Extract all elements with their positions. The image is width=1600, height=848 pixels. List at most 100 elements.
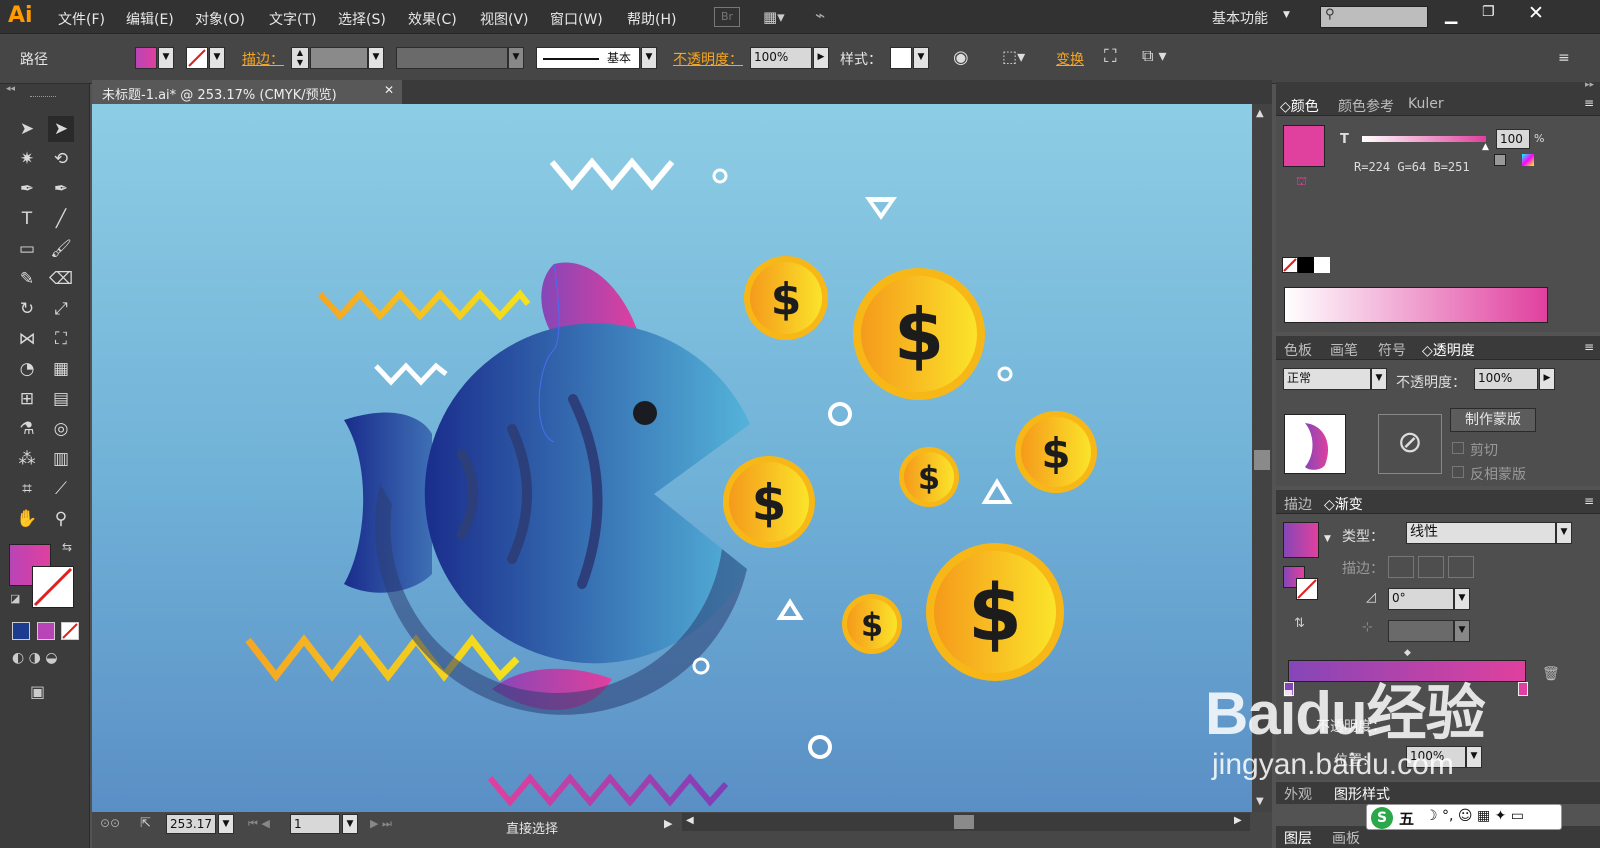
fill-swatch[interactable] <box>135 47 157 69</box>
isolate-icon[interactable]: ⛶ <box>1104 46 1117 67</box>
panel-menu-icon[interactable]: ≡ <box>1584 494 1594 508</box>
profile-dropdown[interactable]: ▼ <box>508 47 524 69</box>
color-spectrum[interactable] <box>1284 287 1548 323</box>
opacity-arrow[interactable]: ▶ <box>813 47 829 69</box>
opacity-input[interactable]: 100% <box>750 47 812 69</box>
blend-mode-select[interactable]: 正常 <box>1283 368 1371 390</box>
scroll-down-icon[interactable]: ▼ <box>1256 796 1264 807</box>
selection-tool-icon[interactable]: ➤ <box>14 116 40 142</box>
hand-tool-icon[interactable]: ✋ <box>14 506 40 532</box>
stroke-weight-stepper[interactable]: ▲ ▼ <box>291 47 309 69</box>
menu-view[interactable]: 视图(V) <box>480 9 529 29</box>
next-artboard-icon[interactable]: ▶ ⏭ <box>370 817 392 831</box>
stroke-across-icon[interactable] <box>1448 556 1474 578</box>
ime-mode-label[interactable]: 五 <box>1399 808 1414 829</box>
opacity-label[interactable]: 不透明度： <box>673 49 743 69</box>
tab-color[interactable]: ◇颜色 <box>1280 96 1319 116</box>
style-dropdown[interactable]: ▼ <box>913 47 929 69</box>
slider-handle-icon[interactable]: ▲ <box>1482 142 1489 152</box>
transform-link[interactable]: 变换 <box>1056 49 1084 69</box>
ime-toolbar[interactable]: S 五 ☽ °, ☺ ▦ ✦ ▭ <box>1366 804 1562 830</box>
pen-tool-icon[interactable]: ✒ <box>14 176 40 202</box>
restore-button[interactable]: ❐ <box>1482 4 1495 20</box>
spot-color-icon[interactable] <box>1522 154 1534 166</box>
zoom-tool-icon[interactable]: ⚲ <box>48 506 74 532</box>
column-graph-icon[interactable]: ▥ <box>48 446 74 472</box>
horizontal-scroll-thumb[interactable] <box>954 815 974 829</box>
vertical-scroll-thumb[interactable] <box>1254 450 1270 470</box>
tab-stroke[interactable]: 描边 <box>1284 494 1312 514</box>
menu-select[interactable]: 选择(S) <box>338 9 386 29</box>
make-mask-button[interactable]: 制作蒙版 <box>1450 408 1536 432</box>
grayscale-swatch[interactable] <box>1494 154 1506 166</box>
stroke-weight-label[interactable]: 描边： <box>242 49 284 69</box>
black-swatch[interactable] <box>1298 257 1314 273</box>
default-colors-icon[interactable]: ◪ <box>10 592 20 605</box>
none-mode-icon[interactable] <box>61 622 79 640</box>
zoom-icon[interactable]: ⊙⊙ <box>100 816 120 830</box>
color-mode-icon[interactable] <box>12 622 30 640</box>
brush-dropdown[interactable]: ▼ <box>641 47 657 69</box>
menu-file[interactable]: 文件(F) <box>58 9 105 29</box>
stroke-dropdown[interactable]: ▼ <box>209 47 225 69</box>
zoom-dropdown[interactable]: ▼ <box>218 814 234 834</box>
menu-object[interactable]: 对象(O) <box>195 9 245 29</box>
tab-layers[interactable]: 图层 <box>1284 828 1312 848</box>
graphic-style-swatch[interactable] <box>890 47 912 69</box>
tab-symbols[interactable]: 符号 <box>1378 340 1406 360</box>
close-window-button[interactable]: ✕ <box>1528 2 1544 24</box>
type-tool-icon[interactable]: T <box>14 206 40 232</box>
bridge-button[interactable]: Br <box>714 7 740 27</box>
delete-stop-icon[interactable]: 🗑 <box>1542 666 1560 682</box>
blend-tool-icon[interactable]: ◎ <box>48 416 74 442</box>
tab-graphic-styles[interactable]: 图形样式 <box>1334 784 1390 804</box>
white-swatch[interactable] <box>1314 257 1330 273</box>
blend-mode-dropdown[interactable]: ▼ <box>1371 368 1387 390</box>
zoom-input[interactable]: 253.17 <box>166 814 216 834</box>
variable-width-profile[interactable] <box>396 47 508 69</box>
recolor-icon[interactable]: ◉ <box>953 47 969 68</box>
rectangle-tool-icon[interactable]: ▭ <box>14 236 40 262</box>
screen-mode-icon[interactable]: ▣ <box>30 682 45 701</box>
midpoint-diamond-icon[interactable]: ◆ <box>1404 648 1411 658</box>
ime-tools-icon[interactable]: ☽ °, ☺ ▦ ✦ ▭ <box>1425 808 1524 824</box>
width-tool-icon[interactable]: ⋈ <box>14 326 40 352</box>
perspective-grid-icon[interactable]: ▦ <box>48 356 74 382</box>
stroke-along-icon[interactable] <box>1418 556 1444 578</box>
out-of-gamut-icon[interactable]: ⛫ <box>1296 174 1307 190</box>
opacity-arrow[interactable]: ▶ <box>1539 368 1555 390</box>
opacity-input[interactable]: 100% <box>1474 368 1538 390</box>
gradient-stop-right[interactable] <box>1518 682 1528 696</box>
scroll-left-icon[interactable]: ◀ <box>686 815 694 826</box>
tint-input[interactable]: 100 <box>1496 129 1530 149</box>
menu-effect[interactable]: 效果(C) <box>408 9 457 29</box>
horizontal-scrollbar[interactable]: ◀ ▶ <box>682 813 1250 831</box>
scale-icon[interactable]: ⤢ <box>48 296 74 322</box>
aspect-ratio-dropdown[interactable]: ▼ <box>1454 620 1470 642</box>
artboard-tool-icon[interactable]: ⌗ <box>14 476 40 502</box>
gradient-type-select[interactable]: 线性 <box>1406 522 1556 544</box>
minimize-button[interactable]: ▁ <box>1445 5 1457 24</box>
angle-dropdown[interactable]: ▼ <box>1454 588 1470 610</box>
scroll-up-icon[interactable]: ▲ <box>1256 108 1264 119</box>
stroke-color-box[interactable] <box>32 566 74 608</box>
artboard-number-input[interactable]: 1 <box>290 814 340 834</box>
scroll-right-icon[interactable]: ▶ <box>1234 815 1242 826</box>
eyedropper-icon[interactable]: ⚗ <box>14 416 40 442</box>
menu-help[interactable]: 帮助(H) <box>627 9 676 29</box>
document-tab[interactable]: 未标题-1.ai* @ 253.17% (CMYK/预览) ✕ <box>92 80 402 104</box>
align-icon[interactable]: ⬚▾ <box>1002 47 1025 66</box>
tab-gradient[interactable]: ◇渐变 <box>1324 494 1363 514</box>
stroke-weight-input[interactable] <box>310 47 368 69</box>
panel-menu-icon[interactable]: ≡ <box>1584 96 1594 110</box>
tab-brushes[interactable]: 画笔 <box>1330 340 1358 360</box>
swap-colors-icon[interactable]: ⇆ <box>62 540 72 554</box>
slice-tool-icon[interactable]: ⟋ <box>48 476 74 502</box>
free-transform-icon[interactable]: ⛶ <box>48 326 74 352</box>
panel-menu-icon[interactable]: ≡ <box>1584 340 1594 354</box>
search-input[interactable]: ⚲ <box>1320 6 1428 28</box>
artboard-canvas[interactable]: $ $ $ $ $ $ $ <box>92 104 1252 812</box>
tab-swatches[interactable]: 色板 <box>1284 340 1312 360</box>
tab-color-guide[interactable]: 颜色参考 <box>1338 96 1394 116</box>
aspect-ratio-input[interactable] <box>1388 620 1454 642</box>
